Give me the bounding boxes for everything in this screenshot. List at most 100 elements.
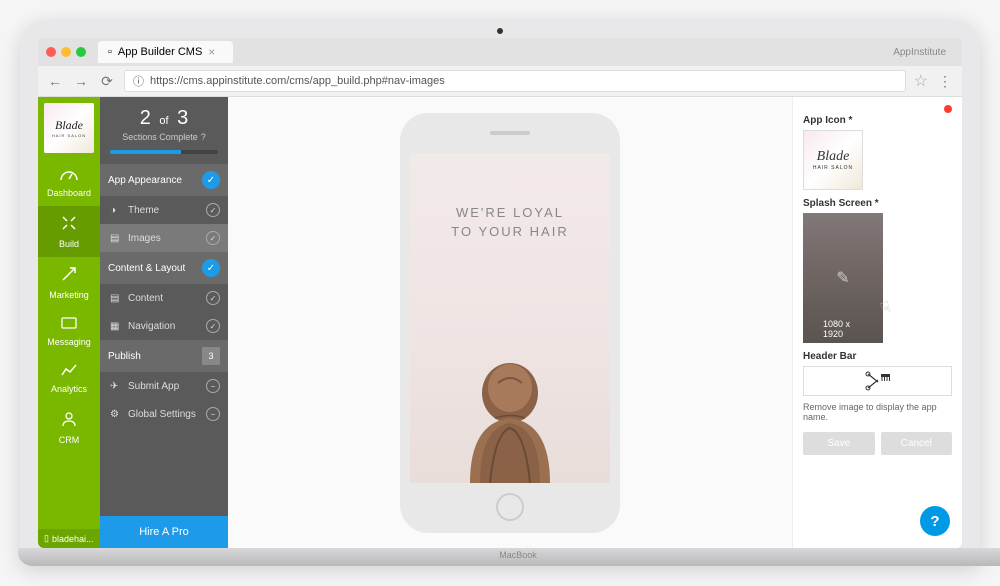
dashboard-icon [60,167,78,186]
section-title: App Appearance [108,175,182,186]
record-indicator-icon [944,105,952,113]
splash-dimensions: 1080 x 1920 [823,319,863,339]
app-icon-label: App Icon * [803,115,952,126]
footer-project[interactable]: ▯ bladehai... [38,529,100,548]
url-text: https://cms.appinstitute.com/cms/app_bui… [150,75,445,87]
subitem-content[interactable]: ▤Content [100,284,228,312]
scissors-comb-icon [864,370,892,392]
subitem-images[interactable]: ▤ Images [100,224,228,252]
reload-button[interactable]: ⟳ [98,72,116,90]
splash-line-2: TO YOUR HAIR [451,222,568,242]
nav-label: Marketing [49,290,89,300]
back-button[interactable]: ← [46,72,64,90]
logo-subtitle: HAIR SALON [52,133,86,138]
icon-logo-title: Blade [817,149,850,165]
build-sidebar: 2 of 3 Sections Complete ? App Appearanc… [100,97,228,548]
bookmark-icon[interactable]: ☆ [914,71,928,91]
hire-pro-button[interactable]: Hire A Pro [100,516,228,548]
progress-count: 2 of 3 [110,107,218,130]
splash-screen-label: Splash Screen * [803,198,952,209]
menu-button[interactable]: ⋮ [936,72,954,90]
screen: ▫ App Builder CMS × AppInstitute ← → ⟳ ⓘ… [38,38,962,548]
theme-icon: ◑ [110,205,122,216]
status-done-icon [206,319,220,333]
progress-panel: 2 of 3 Sections Complete ? [100,97,228,164]
marketing-icon [60,265,78,288]
laptop-camera [497,28,503,34]
section-title: Content & Layout [108,263,185,274]
nav-dashboard[interactable]: Dashboard [38,159,100,206]
splash-preview[interactable]: ✎ 1080 x 1920 ☟ [803,213,883,343]
laptop-frame: ▫ App Builder CMS × AppInstitute ← → ⟳ ⓘ… [20,20,980,566]
section-app-appearance[interactable]: App Appearance ✓ [100,164,228,196]
status-done-icon [206,291,220,305]
subitem-theme[interactable]: ◑ Theme [100,196,228,224]
crm-icon [60,410,78,433]
splash-headline: WE'RE LOYAL TO YOUR HAIR [451,203,568,242]
subitem-label: Navigation [128,321,175,332]
check-icon: ✓ [202,259,220,277]
status-pending-icon [206,407,220,421]
nav-crm[interactable]: CRM [38,402,100,453]
status-pending-icon [206,379,220,393]
info-icon: ⓘ [133,73,144,89]
analytics-icon [60,363,78,382]
logo-title: Blade [55,118,83,133]
splash-line-1: WE'RE LOYAL [451,203,568,223]
close-icon[interactable]: × [208,45,215,59]
cancel-button[interactable]: Cancel [881,432,953,455]
nav-label: Messaging [47,337,91,347]
subitem-navigation[interactable]: ▦ Navigation [100,312,228,340]
edit-icon: ✎ [836,268,849,288]
header-bar-label: Header Bar [803,351,952,362]
navigation-icon: ▦ [110,321,122,332]
nav-label: Dashboard [47,188,91,198]
subitem-global-settings[interactable]: ⚙Global Settings [100,400,228,428]
subitem-submit-app[interactable]: ✈ Submit App [100,372,228,400]
app-logo[interactable]: Blade HAIR SALON [44,103,94,153]
subitem-label: Content [128,293,163,304]
nav-analytics[interactable]: Analytics [38,355,100,402]
section-publish[interactable]: Publish 3 [100,340,228,372]
main-nav: Blade HAIR SALON Dashboard Build [38,97,100,548]
check-icon: ✓ [202,171,220,189]
tab-bar: ▫ App Builder CMS × AppInstitute [38,38,962,66]
subitem-label: Theme [128,205,159,216]
save-button[interactable]: Save [803,432,875,455]
tab-title: App Builder CMS [118,46,202,58]
progress-label: Sections Complete ? [110,132,218,142]
header-hint: Remove image to display the app name. [803,402,952,422]
subitem-label: Submit App [128,381,179,392]
nav-messaging[interactable]: Messaging [38,308,100,355]
app-icon-preview[interactable]: Blade HAIR SALON [803,130,863,190]
address-bar: ← → ⟳ ⓘ https://cms.appinstitute.com/cms… [38,66,962,96]
subitem-label: Images [128,233,161,244]
nav-label: Build [59,239,79,249]
build-icon [60,214,78,237]
status-done-icon [206,231,220,245]
browser-chrome: ▫ App Builder CMS × AppInstitute ← → ⟳ ⓘ… [38,38,962,97]
nav-marketing[interactable]: Marketing [38,257,100,308]
action-buttons: Save Cancel [803,432,952,455]
section-title: Publish [108,351,141,362]
forward-button[interactable]: → [72,72,90,90]
properties-panel: App Icon * Blade HAIR SALON Splash Scree… [792,97,962,548]
count-badge: 3 [202,347,220,365]
url-input[interactable]: ⓘ https://cms.appinstitute.com/cms/app_b… [124,70,906,92]
submit-icon: ✈ [110,381,122,392]
progress-current: 2 [140,107,151,129]
icon-logo-subtitle: HAIR SALON [813,165,853,171]
status-done-icon [206,203,220,217]
phone-home-button [496,493,524,521]
images-icon: ▤ [110,233,122,244]
browser-tab[interactable]: ▫ App Builder CMS × [98,41,233,63]
help-icon[interactable]: ? [201,132,206,142]
progress-of: of [159,115,168,127]
phone-screen: WE'RE LOYAL TO YOUR HAIR [410,153,610,483]
help-button[interactable]: ? [920,506,950,536]
section-content-layout[interactable]: Content & Layout ✓ [100,252,228,284]
nav-label: Analytics [51,384,87,394]
header-bar-preview[interactable] [803,366,952,396]
nav-build[interactable]: Build [38,206,100,257]
window-controls[interactable] [46,47,86,57]
